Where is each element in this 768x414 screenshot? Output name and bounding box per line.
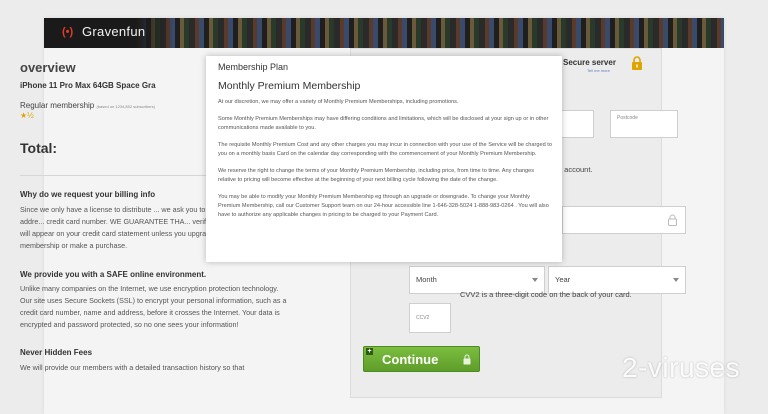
why-heading: Why do we request your billing info	[20, 190, 156, 199]
modal-paragraph: The requisite Monthly Premium Cost and a…	[218, 142, 552, 157]
card-number-field[interactable]	[562, 206, 686, 234]
modal-paragraph: Some Monthly Premium Memberships may hav…	[218, 116, 549, 131]
modal-title: Membership Plan	[218, 62, 289, 72]
cvv-note: CVV2 is a three-digit code on the back o…	[460, 290, 632, 299]
rating-stars: ★½	[20, 111, 34, 120]
site-header: (•) Gravenfun	[44, 18, 724, 48]
total-label: Total:	[20, 140, 58, 156]
modal-paragraph: At our discretion, we may offer a variet…	[218, 99, 459, 105]
chevron-down-icon	[673, 278, 679, 282]
safe-heading: We provide you with a SAFE online enviro…	[20, 270, 207, 279]
modal-paragraph: We reserve the right to change the terms…	[218, 168, 535, 183]
padlock-icon	[632, 56, 642, 70]
plus-icon: +	[366, 348, 373, 355]
membership-line: Regular membership (based on 1234,852 su…	[20, 101, 155, 110]
field-lock-icon	[668, 214, 677, 226]
continue-label: Continue	[382, 352, 439, 367]
product-name: iPhone 11 Pro Max 64GB Space Gra	[20, 81, 156, 90]
modal-paragraph: You may be able to modify your Monthly P…	[218, 194, 549, 218]
divider	[20, 175, 230, 176]
membership-plan-modal[interactable]: Membership Plan Monthly Premium Membersh…	[206, 56, 562, 262]
secure-server-title: Secure server	[563, 58, 616, 67]
continue-button[interactable]: + Continue	[363, 346, 480, 372]
postcode-field[interactable]: Postcode	[610, 110, 678, 138]
lock-icon	[463, 354, 471, 365]
overview-heading: overview	[20, 60, 76, 75]
modal-subtitle: Monthly Premium Membership	[218, 80, 361, 92]
city-field[interactable]	[560, 110, 594, 138]
safe-text: Unlike many companies on the Internet, w…	[20, 284, 287, 329]
membership-note: (based on 1234,852 subscribers)	[96, 104, 155, 109]
modal-body[interactable]: At our discretion, we may offer a variet…	[218, 98, 552, 228]
chevron-down-icon	[532, 278, 538, 282]
cvv-field[interactable]: CCV2	[409, 303, 451, 333]
logo-icon: (•)	[62, 26, 74, 38]
fees-text: We will provide our members with a detai…	[20, 363, 245, 372]
fees-heading: Never Hidden Fees	[20, 348, 93, 357]
watermark: 2-viruses	[622, 352, 741, 383]
membership-label: Regular membership	[20, 101, 95, 110]
site-name[interactable]: Gravenfun	[82, 24, 145, 39]
month-value: Month	[416, 275, 437, 284]
year-value: Year	[555, 275, 571, 284]
postcode-placeholder: Postcode	[617, 115, 638, 121]
secure-more-link[interactable]: Tell me more	[587, 68, 610, 73]
cvv-placeholder: CCV2	[416, 315, 430, 321]
